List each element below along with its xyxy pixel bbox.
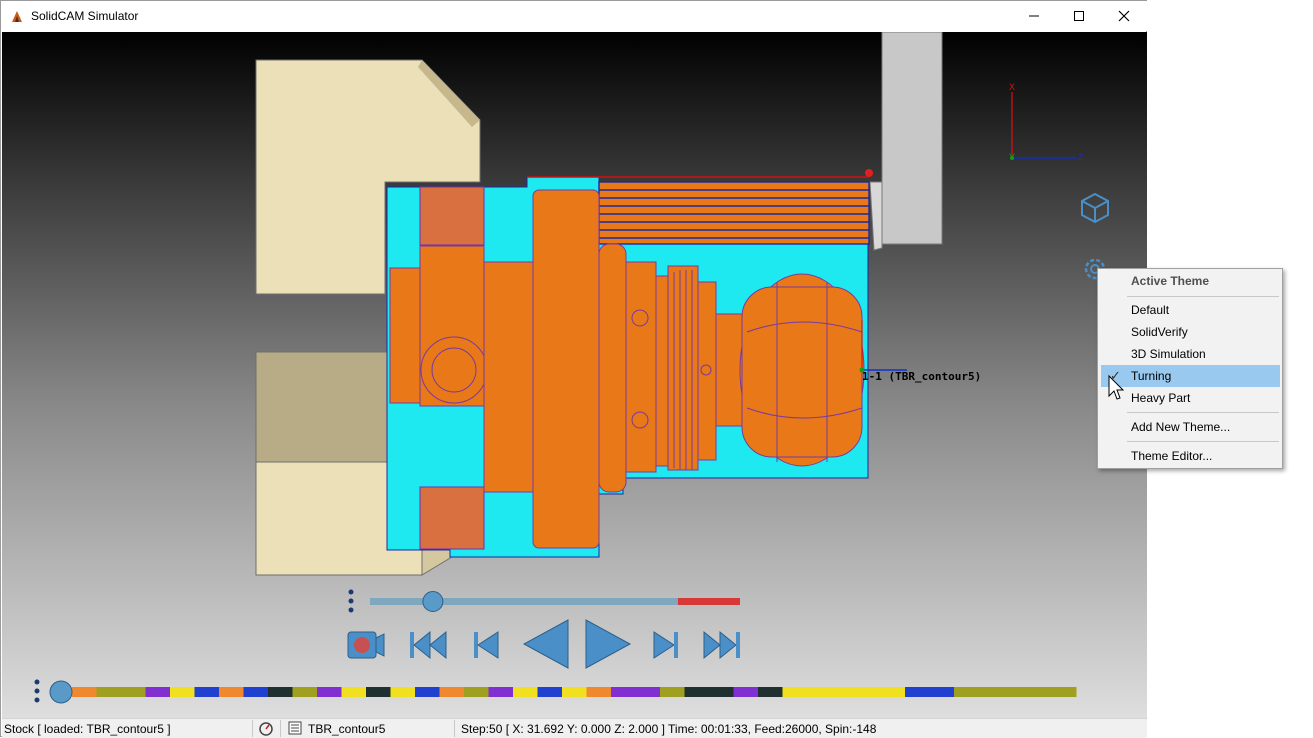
rewind-to-start-button[interactable] bbox=[406, 626, 448, 664]
minimize-button[interactable] bbox=[1011, 1, 1057, 31]
close-icon bbox=[1118, 10, 1130, 22]
timeline-operation-segment[interactable] bbox=[341, 687, 367, 697]
record-button[interactable] bbox=[346, 626, 386, 664]
theme-item-default[interactable]: Default bbox=[1101, 299, 1280, 321]
solidcam-app-icon bbox=[12, 11, 22, 22]
menu-divider bbox=[1127, 412, 1279, 413]
timeline-operation-segment[interactable] bbox=[880, 687, 906, 697]
timeline-operation-segment[interactable] bbox=[562, 687, 587, 697]
timeline-operation-segment[interactable] bbox=[611, 687, 636, 697]
timeline-menu-dots-icon[interactable] bbox=[28, 678, 48, 704]
add-new-theme-item[interactable]: Add New Theme... bbox=[1101, 416, 1280, 438]
timeline-operation-segment[interactable] bbox=[219, 687, 244, 697]
timeline-operation-segment[interactable] bbox=[488, 687, 514, 697]
play-button[interactable] bbox=[582, 618, 632, 670]
maximize-button[interactable] bbox=[1056, 1, 1102, 31]
stock-status: Stock [ loaded: TBR_contour5 ] bbox=[4, 722, 171, 736]
minimize-icon bbox=[1029, 15, 1039, 17]
timeline-operation-segment[interactable] bbox=[366, 687, 391, 697]
theme-editor-item[interactable]: Theme Editor... bbox=[1101, 445, 1280, 467]
mouse-cursor-icon bbox=[1108, 374, 1125, 400]
timeline-operation-segment[interactable] bbox=[831, 687, 857, 697]
timeline-operation-segment[interactable] bbox=[978, 687, 1004, 697]
simulation-viewport[interactable]: X Y Z 1-1 (TBR_contour5) bbox=[2, 32, 1147, 718]
timeline-operation-segment[interactable] bbox=[635, 687, 661, 697]
step-forward-button[interactable] bbox=[650, 626, 682, 664]
timeline-operation-segment[interactable] bbox=[856, 687, 881, 697]
timeline-operation-segment[interactable] bbox=[268, 687, 293, 697]
title-bar[interactable]: SolidCAM Simulator bbox=[1, 1, 1147, 31]
timeline-operation-segment[interactable] bbox=[709, 687, 734, 697]
status-bar: Stock [ loaded: TBR_contour5 ] TBR_conto… bbox=[2, 718, 1147, 738]
timeline-operation-segment[interactable] bbox=[464, 687, 489, 697]
step-info: Step:50 [ X: 31.692 Y: 0.000 Z: 2.000 ] … bbox=[461, 722, 877, 736]
menu-header: Active Theme bbox=[1131, 274, 1210, 288]
theme-item-turning[interactable]: ✓ Turning bbox=[1101, 365, 1280, 387]
timeline-operation-segment[interactable] bbox=[439, 687, 465, 697]
timeline-operation-segment[interactable] bbox=[317, 687, 342, 697]
timeline-operation-segment[interactable] bbox=[782, 687, 808, 697]
timeline-operation-segment[interactable] bbox=[1052, 687, 1077, 697]
play-reverse-button[interactable] bbox=[522, 618, 572, 670]
axis-y-label: Y bbox=[1009, 152, 1016, 162]
speed-menu-dots-icon[interactable] bbox=[342, 588, 362, 614]
timeline-operation-segment[interactable] bbox=[684, 687, 710, 697]
timeline-operation-segment[interactable] bbox=[905, 687, 930, 697]
axis-x-label: X bbox=[1009, 82, 1016, 92]
timeline-operation-segment[interactable] bbox=[733, 687, 759, 697]
menu-divider bbox=[1127, 296, 1279, 297]
menu-divider bbox=[1127, 441, 1279, 442]
timeline-operation-segment[interactable] bbox=[954, 687, 979, 697]
timeline-operation-segment[interactable] bbox=[243, 687, 269, 697]
speed-slider[interactable] bbox=[362, 590, 752, 614]
theme-item-solidverify[interactable]: SolidVerify bbox=[1101, 321, 1280, 343]
timeline-operation-segment[interactable] bbox=[194, 687, 220, 697]
timeline-operation-segment[interactable] bbox=[170, 687, 195, 697]
cutting-tool-holder bbox=[869, 32, 943, 251]
timeline-operation-segment[interactable] bbox=[513, 687, 538, 697]
timeline-operation-segment[interactable] bbox=[145, 687, 171, 697]
view-cube-icon[interactable] bbox=[1080, 192, 1110, 224]
timeline-operation-segment[interactable] bbox=[1003, 687, 1028, 697]
axis-z-label: Z bbox=[1078, 152, 1084, 162]
timeline-operation-segment[interactable] bbox=[537, 687, 563, 697]
timeline-operation-segment[interactable] bbox=[758, 687, 783, 697]
operation-timeline[interactable] bbox=[48, 680, 1118, 704]
timeline-operation-segment[interactable] bbox=[390, 687, 416, 697]
maximize-icon bbox=[1074, 11, 1084, 21]
timeline-operation-segment[interactable] bbox=[660, 687, 685, 697]
fast-forward-to-end-button[interactable] bbox=[702, 626, 746, 664]
window-title: SolidCAM Simulator bbox=[31, 9, 139, 23]
timeline-operation-segment[interactable] bbox=[1027, 687, 1053, 697]
timeline-operation-segment[interactable] bbox=[586, 687, 612, 697]
operation-name: TBR_contour5 bbox=[308, 722, 386, 736]
timeline-thumb[interactable] bbox=[49, 680, 73, 704]
axis-triad bbox=[1010, 92, 1077, 160]
step-back-button[interactable] bbox=[470, 626, 502, 664]
operation-list-icon[interactable] bbox=[287, 720, 303, 736]
timeline-operation-segment[interactable] bbox=[72, 687, 97, 697]
timeline-operation-segment[interactable] bbox=[292, 687, 318, 697]
theme-item-3d-simulation[interactable]: 3D Simulation bbox=[1101, 343, 1280, 365]
theme-item-heavy-part[interactable]: Heavy Part bbox=[1101, 387, 1280, 409]
close-button[interactable] bbox=[1101, 1, 1147, 31]
simulator-window: SolidCAM Simulator X Y Z 1-1 (TBR_contou… bbox=[0, 0, 1147, 738]
gauge-icon[interactable] bbox=[258, 720, 274, 736]
timeline-operation-segment[interactable] bbox=[121, 687, 146, 697]
timeline-operation-segment[interactable] bbox=[96, 687, 122, 697]
tool-label: 1-1 (TBR_contour5) bbox=[862, 370, 982, 383]
timeline-operation-segment[interactable] bbox=[807, 687, 832, 697]
timeline-operation-segment[interactable] bbox=[415, 687, 440, 697]
theme-context-menu: Active Theme Default SolidVerify 3D Simu… bbox=[1097, 268, 1283, 469]
timeline-operation-segment[interactable] bbox=[929, 687, 955, 697]
